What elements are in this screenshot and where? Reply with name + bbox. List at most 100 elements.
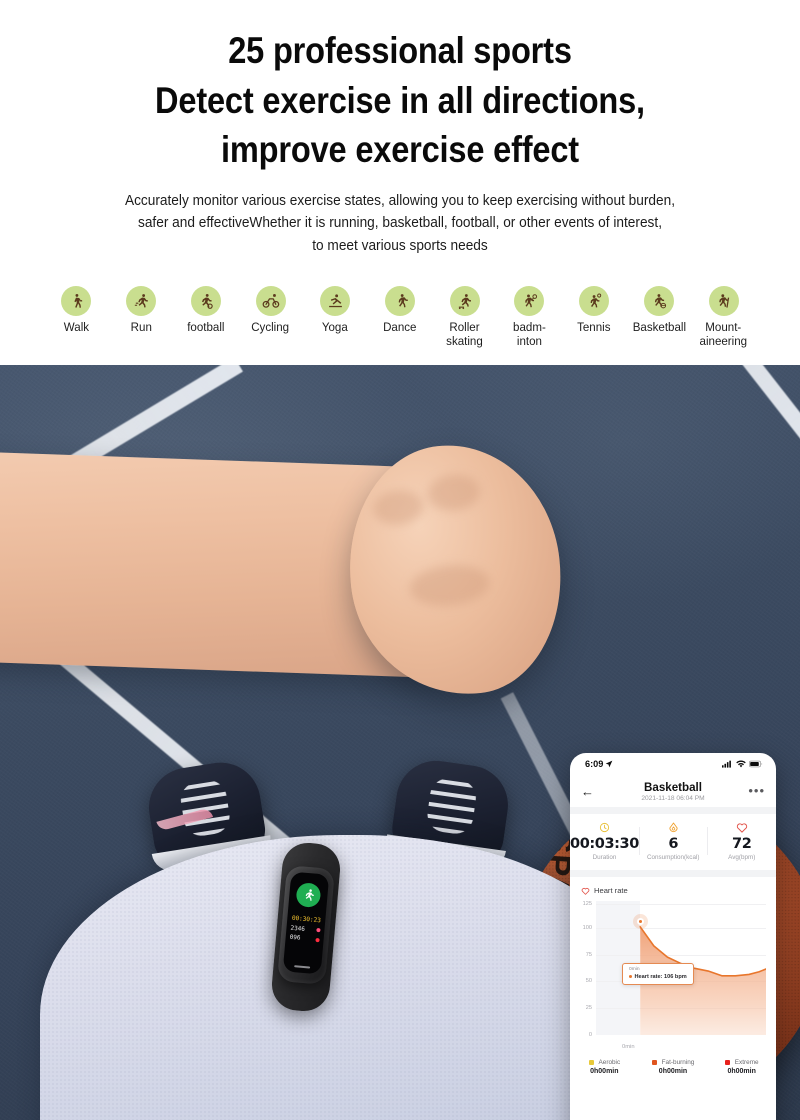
sport-item-yoga[interactable]: Yoga xyxy=(303,286,368,335)
heart-rate-card: Heart rate 0 25 50 75 100 125 0min Heart… xyxy=(570,877,776,1083)
headline-line-1: 25 professional sports xyxy=(228,30,572,71)
stat-label: Avg(bpm) xyxy=(728,854,756,861)
run-icon xyxy=(126,286,157,316)
stat-value: 72 xyxy=(732,836,752,852)
headline-line-2: Detect exercise in all directions, xyxy=(155,79,645,121)
y-tick: 0 xyxy=(588,1032,592,1038)
app-navigation-bar: ← Basketball 2021-11-18 06:04 PM ••• xyxy=(570,775,776,807)
sport-item-mountaineering[interactable]: Mount- aineering xyxy=(691,286,756,349)
chart-data-point-marker xyxy=(636,917,644,925)
legend-value: 0h00min xyxy=(658,1068,688,1075)
sport-label: Cycling xyxy=(251,320,290,334)
wifi-icon xyxy=(736,760,746,768)
legend-item-fat-burning: Fat-burning 0h00min xyxy=(639,1059,708,1075)
watch-home-indicator xyxy=(294,965,311,969)
chart-x-tick-label: 0min xyxy=(622,1044,635,1050)
clock-icon xyxy=(570,821,639,834)
sport-label: Basketball xyxy=(632,320,686,334)
phone-screenshot: 6:09 ← Basketball 2021-11-18 06:04 PM ••… xyxy=(570,753,776,1120)
y-tick: 25 xyxy=(585,1005,592,1012)
sport-label: Yoga xyxy=(322,320,349,334)
knuckle xyxy=(426,472,482,514)
activity-title: Basketball xyxy=(644,780,702,794)
sport-item-basketball[interactable]: Basketball xyxy=(627,286,692,335)
stat-duration: 00:03:30 Duration xyxy=(570,821,639,861)
walk-icon xyxy=(61,286,92,316)
tooltip-row: Heart rate: 106 bpm xyxy=(629,974,687,980)
back-arrow-icon[interactable]: ← xyxy=(581,785,594,798)
status-bar-time: 6:09 xyxy=(585,759,604,769)
legend-swatch xyxy=(588,1060,594,1065)
stat-value: 6 xyxy=(668,836,679,852)
sport-label: Mount- aineering xyxy=(699,320,748,348)
legend-item-extreme: Extreme 0h00min xyxy=(707,1059,776,1075)
battery-icon xyxy=(749,760,763,768)
stat-label: Duration xyxy=(592,854,617,861)
heart-rate-zone-legend: Aerobic 0h00min Fat-burning 0h00min Extr… xyxy=(570,1053,776,1077)
sport-item-run[interactable]: Run xyxy=(109,286,174,335)
knuckle xyxy=(371,488,425,528)
promo-description: Accurately monitor various exercise stat… xyxy=(40,190,760,258)
cellular-signal-icon xyxy=(722,760,731,768)
watch-duration: 00:30:23 xyxy=(291,914,322,925)
legend-name: Aerobic xyxy=(598,1059,621,1066)
knuckle xyxy=(407,561,492,610)
heart-rate-chart[interactable]: 0 25 50 75 100 125 0min Heart rate: 106 … xyxy=(574,901,768,1053)
headline-line-3: improve exercise effect xyxy=(221,129,579,171)
sport-item-walk[interactable]: Walk xyxy=(44,286,109,335)
sport-item-tennis[interactable]: Tennis xyxy=(562,286,627,335)
chart-plot-area: 0min Heart rate: 106 bpm xyxy=(596,901,766,1035)
smartwatch-metrics: 00:30:23 2346 096 xyxy=(285,914,325,943)
cycling-icon xyxy=(255,286,286,316)
football-icon xyxy=(190,286,221,316)
sport-label: Roller skating xyxy=(446,320,484,348)
sport-item-dance[interactable]: Dance xyxy=(368,286,433,335)
tooltip-series-dot xyxy=(629,975,632,978)
sport-item-football[interactable]: football xyxy=(173,286,238,335)
legend-item-aerobic: Aerobic 0h00min xyxy=(570,1059,639,1075)
sport-item-roller-skating[interactable]: Roller skating xyxy=(432,286,497,349)
flame-icon xyxy=(639,821,708,834)
legend-value: 0h00min xyxy=(727,1068,756,1075)
legend-name: Fat-burning xyxy=(661,1059,695,1066)
location-arrow-icon xyxy=(606,760,613,768)
more-options-icon[interactable]: ••• xyxy=(748,784,765,797)
chart-tooltip: 0min Heart rate: 106 bpm xyxy=(622,963,694,985)
stat-avg-bpm: 72 Avg(bpm) xyxy=(707,821,776,861)
watch-steps-value: 2346 xyxy=(290,924,306,933)
sport-label: Walk xyxy=(63,320,89,334)
basketball-icon xyxy=(643,286,674,316)
dance-icon xyxy=(385,286,415,316)
legend-top-row: Extreme xyxy=(724,1059,759,1066)
sport-label: Dance xyxy=(383,320,417,334)
sport-item-badminton[interactable]: badm- inton xyxy=(497,286,562,349)
watch-steps-row: 2346 xyxy=(290,924,321,934)
activity-summary-stats: 00:03:30 Duration 6 Consumption(kcal) 72… xyxy=(570,814,776,870)
legend-value: 0h00min xyxy=(590,1068,619,1075)
shoe-laces xyxy=(425,776,479,836)
y-tick: 75 xyxy=(585,951,592,958)
watch-heartrate-row: 096 xyxy=(289,934,320,944)
sport-label: Run xyxy=(130,320,152,334)
yoga-icon xyxy=(320,286,351,316)
shoe-laces xyxy=(178,777,233,839)
sport-item-cycling[interactable]: Cycling xyxy=(238,286,303,335)
nav-title-block: Basketball 2021-11-18 06:04 PM xyxy=(570,781,776,802)
stat-value: 00:03:30 xyxy=(570,836,639,852)
mountaineering-icon xyxy=(708,286,739,316)
y-tick: 50 xyxy=(585,978,592,985)
promo-section: 25 professional sports Detect exercise i… xyxy=(0,0,800,365)
subcopy-line-3: to meet various sports needs xyxy=(312,237,488,255)
heart-rate-card-title: Heart rate xyxy=(594,886,628,895)
running-figure-icon xyxy=(295,882,322,909)
section-divider xyxy=(570,807,776,814)
legend-top-row: Aerobic xyxy=(588,1059,621,1066)
subcopy-line-1: Accurately monitor various exercise stat… xyxy=(124,191,676,209)
stat-label: Consumption(kcal) xyxy=(646,854,700,861)
stat-consumption: 6 Consumption(kcal) xyxy=(638,821,708,861)
heart-rate-card-header: Heart rate xyxy=(570,886,776,899)
status-bar-left: 6:09 xyxy=(585,759,613,769)
badminton-icon xyxy=(514,286,545,316)
section-divider xyxy=(570,870,776,877)
sport-label: football xyxy=(187,320,225,334)
